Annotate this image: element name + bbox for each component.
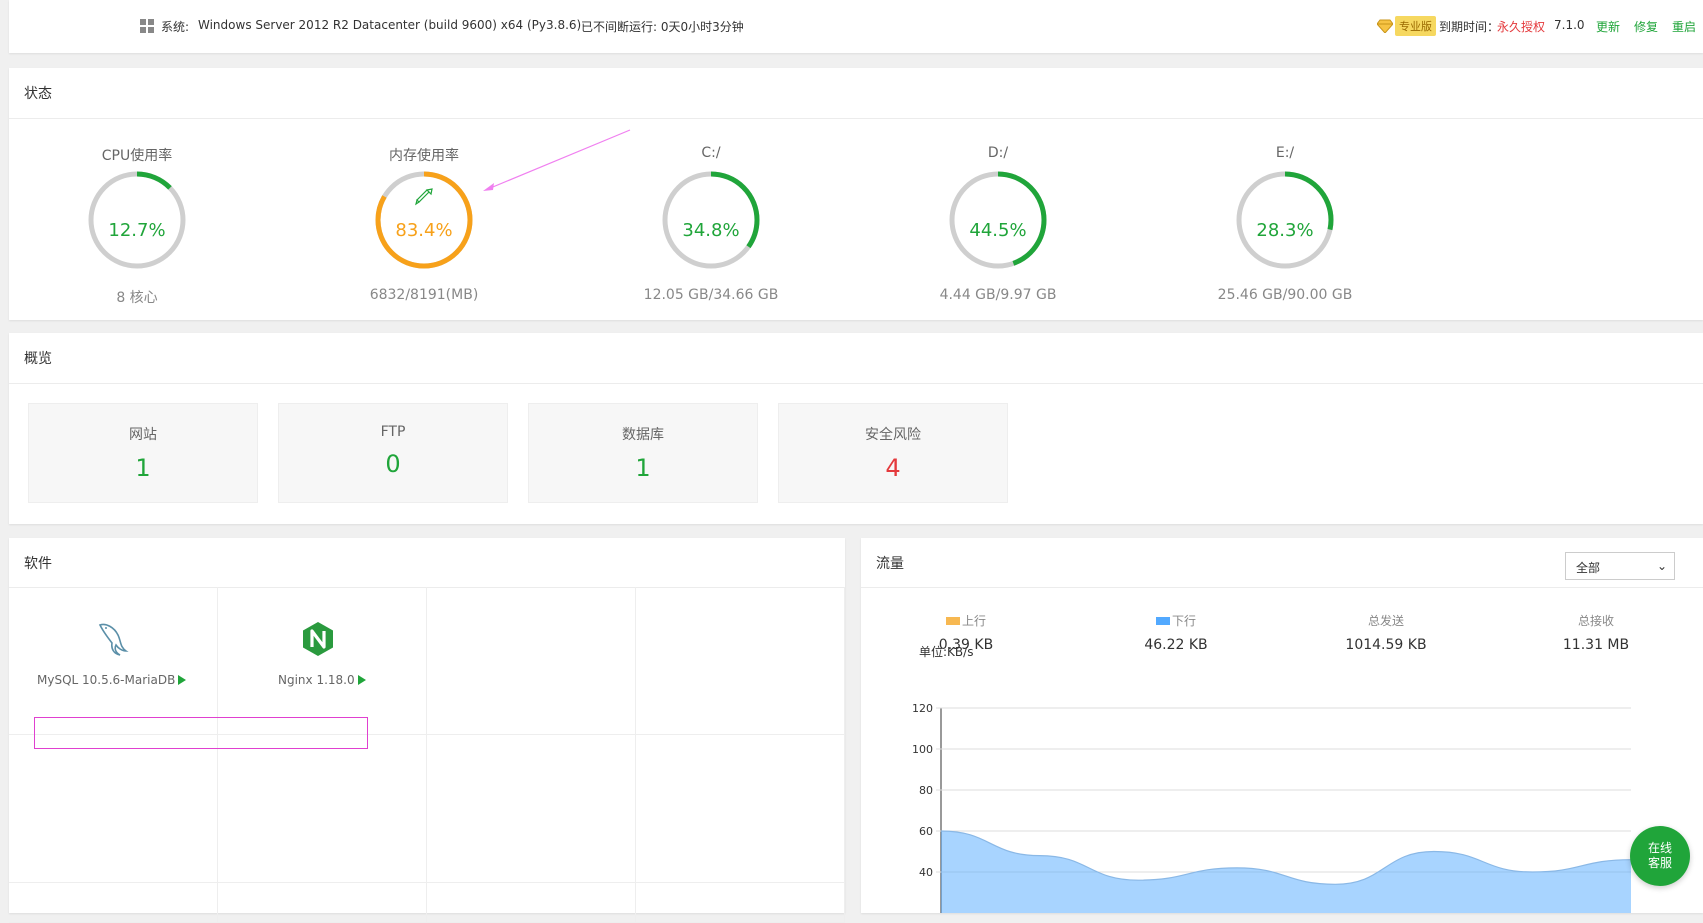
gauge-title: C:/ [701,145,721,161]
chart-unit-label: 单位:KB/s [919,644,973,659]
overview-ftp-box[interactable]: FTP 0 [278,403,508,503]
uptime-text: 已不间断运行: 0天0小时3分钟 [581,20,744,34]
software-cell-empty [427,735,636,883]
play-icon[interactable] [178,675,187,685]
overview-panel: 概览 网站 1 FTP 0 数据库 1 安全风险 4 [9,333,1703,524]
version-text: 7.1.0 [1554,18,1585,32]
software-grid: MySQL 10.5.6-MariaDB Nginx 1.18.0 [9,587,845,923]
nginx-icon [303,622,333,656]
software-cell-empty [636,587,845,735]
chart-y-tick-label: 40 [919,866,933,879]
overview-security-value[interactable]: 4 [779,454,1007,482]
gauge-4[interactable]: E:/ 28.3% 25.46 GB/90.00 GB [1185,80,1385,303]
gauge-value: 83.4% [395,220,453,241]
overview-ftp-value[interactable]: 0 [279,450,507,478]
service-line1: 在线 [1647,841,1672,855]
gauge-title: 内存使用率 [389,148,459,164]
online-service-button[interactable]: 在线 客服 [1630,826,1690,886]
software-cell-empty [427,883,636,923]
traffic-filter-value: 全部 [1576,561,1601,575]
traffic-sent-label: 总发送 [1367,614,1404,628]
gauge-0[interactable]: CPU使用率 12.7% 8 核心 [37,80,237,306]
expire-value: 永久授权 [1497,20,1546,34]
gauge-subtext: 8 核心 [116,290,158,306]
gauge-value: 34.8% [682,220,740,241]
pro-badge: 专业版 [1377,16,1436,36]
software-panel: 软件 MySQL 10.5.6-MariaDB Nginx 1.18.0 [9,538,845,923]
traffic-panel: 流量 全部 ⌄ 上行 0.39 KB 下行 46.22 KB 总发送 1014.… [861,538,1703,913]
gauge-subtext: 4.44 GB/9.97 GB [939,287,1057,303]
traffic-filter-select[interactable]: 全部 ⌄ [1565,552,1675,580]
software-title: 软件 [24,556,52,572]
gauge-title: E:/ [1275,145,1295,161]
mysql-dolphin-icon [98,623,129,656]
software-cell-empty [9,883,218,923]
gauge-value: 28.3% [1256,220,1314,241]
top-bar: 系统: Windows Server 2012 R2 Datacenter (b… [9,0,1703,53]
gauge-value: 12.7% [108,220,166,241]
overview-database-value[interactable]: 1 [529,454,757,482]
chart-y-tick-label: 80 [919,784,933,797]
traffic-down-label: 下行 [1171,614,1196,628]
expire-label: 到期时间： [1439,20,1500,34]
software-name-mysql[interactable]: MySQL 10.5.6-MariaDB [37,673,187,687]
status-panel: 状态 [9,68,1703,320]
traffic-title: 流量 [876,556,904,572]
legend-swatch-up [945,617,960,625]
overview-sites-value[interactable]: 1 [29,454,257,482]
gauge-title: CPU使用率 [101,148,173,164]
overview-security-label: 安全风险 [865,427,921,443]
pro-badge-label: 专业版 [1395,16,1436,36]
software-cell-empty [636,883,845,923]
overview-database-box[interactable]: 数据库 1 [528,403,758,503]
software-cell-nginx[interactable]: Nginx 1.18.0 [218,587,427,735]
overview-sites-box[interactable]: 网站 1 [28,403,258,503]
software-cell-empty [427,587,636,735]
legend-swatch-down [1155,617,1170,625]
windows-icon [140,19,154,33]
gauge-subtext: 12.05 GB/34.66 GB [643,287,779,303]
rocket-icon[interactable] [415,188,433,206]
software-cell-empty [218,883,427,923]
gauge-1[interactable]: 内存使用率 83.4% 6832/8191(MB) [324,80,524,303]
traffic-up-label: 上行 [961,614,986,628]
divider [861,587,1703,588]
gauge-3[interactable]: D:/ 44.5% 4.44 GB/9.97 GB [898,80,1098,303]
divider [9,118,1703,119]
overview-database-label: 数据库 [622,427,664,443]
software-name-nginx[interactable]: Nginx 1.18.0 [278,673,366,687]
overview-security-box[interactable]: 安全风险 4 [778,403,1008,503]
traffic-received-label: 总接收 [1577,614,1614,628]
service-line2: 客服 [1647,856,1672,870]
divider [9,383,1703,384]
software-cell-empty [218,735,427,883]
gauge-title: D:/ [987,145,1009,161]
software-cell-mysql[interactable]: MySQL 10.5.6-MariaDB [9,587,218,735]
gauge-subtext: 6832/8191(MB) [369,287,479,303]
gauge-subtext: 25.46 GB/90.00 GB [1217,287,1353,303]
restart-link[interactable]: 重启 [1672,18,1696,35]
system-value: Windows Server 2012 R2 Datacenter (build… [198,18,582,32]
play-icon[interactable] [357,675,366,685]
annotation-highlight-box [34,717,368,749]
chart-y-tick-label: 100 [912,743,933,756]
update-link[interactable]: 更新 [1596,18,1620,35]
diamond-icon [1377,19,1393,33]
chart-y-tick-label: 120 [912,702,933,715]
overview-title: 概览 [24,351,52,367]
software-cell-empty [9,735,218,883]
chevron-down-icon: ⌄ [1656,559,1667,573]
overview-sites-label: 网站 [129,427,157,443]
gauge-value: 44.5% [969,220,1027,241]
software-cell-empty [636,735,845,883]
traffic-chart: 单位:KB/s 120 100 80 60 40 [912,644,1632,913]
system-label: 系统: [161,20,190,34]
overview-ftp-label: FTP [380,424,406,440]
gauge-2[interactable]: C:/ 34.8% 12.05 GB/34.66 GB [611,80,811,303]
chart-y-tick-label: 60 [919,825,933,838]
repair-link[interactable]: 修复 [1634,18,1658,35]
